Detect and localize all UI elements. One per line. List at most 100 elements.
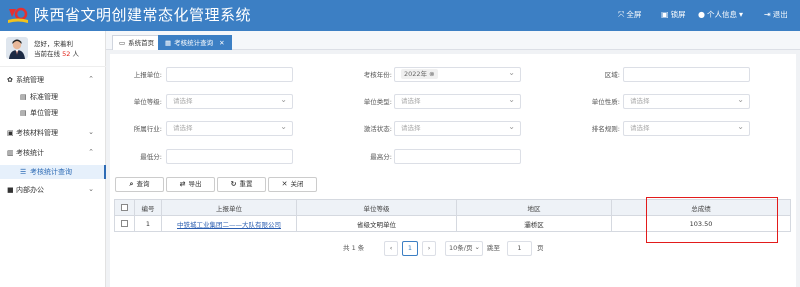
top-header: 陕西省文明创建常态化管理系统 ⤧ 全屏 ▣ 锁屏 ● 个人信息 ▾ ⇥ 退出	[0, 0, 800, 31]
unit-level-select[interactable]: 请选择	[166, 93, 293, 109]
report-unit-label: 上报单位:	[133, 71, 162, 79]
tab-home-label: 系统首页	[128, 39, 155, 47]
close-icon: ✕	[281, 180, 288, 188]
gear-icon: ✿	[7, 76, 13, 84]
sidebar-item-standards[interactable]: ▤ 标准管理	[0, 90, 106, 104]
page-size-value: 10条/页	[449, 244, 473, 252]
total-suffix: 条	[357, 244, 365, 252]
chevron-down-icon: ⌄	[88, 128, 94, 136]
unit-type-label: 单位类型:	[363, 98, 392, 106]
logout-icon: ⇥	[764, 10, 771, 19]
row-select-cell[interactable]	[114, 215, 135, 232]
row-district: 灞桥区	[456, 215, 612, 232]
menu-group-materials[interactable]: ▣ 考核材料管理 ⌄	[0, 124, 106, 142]
menu-group-office-label: 内部办公	[16, 186, 44, 194]
export-icon: ⇄	[179, 180, 186, 188]
tab-home[interactable]: ▭ 系统首页	[112, 35, 162, 50]
goto-page-input[interactable]: 1	[507, 241, 532, 256]
column-header[interactable]: 上报单位	[161, 199, 297, 216]
close-button[interactable]: ✕ 关闭	[268, 177, 317, 192]
column-header[interactable]: 地区	[456, 199, 612, 216]
lock-label: 锁屏	[670, 10, 686, 19]
status-select[interactable]: 请选择	[394, 120, 521, 136]
profile-menu-button[interactable]: ● 个人信息 ▾	[698, 9, 743, 21]
fullscreen-button[interactable]: ⤧ 全屏	[618, 9, 641, 21]
unit-type-select[interactable]: 请选择	[394, 93, 521, 109]
user-icon: ●	[698, 10, 705, 19]
page-size-select[interactable]: 10条/页 ⌄	[445, 241, 483, 256]
row-level: 省级文明单位	[296, 215, 457, 232]
menu-group-statistics[interactable]: ▥ 考核统计 ⌃	[0, 144, 106, 162]
chevron-down-icon: ⌄	[88, 185, 94, 193]
pager-total: 共 1 条	[343, 241, 364, 256]
goto-label: 跳至	[487, 244, 500, 252]
column-header[interactable]: 编号	[134, 199, 162, 216]
sidebar-item-label: 标准管理	[30, 93, 58, 101]
year-tag: 2022年 ⊗	[401, 69, 438, 79]
sidebar: 您好，宋着利 当前在线 52 人 ✿ 系统管理 ⌃ ▤ 标准管理 ▤ 单位管理 …	[0, 31, 106, 287]
export-button[interactable]: ⇄ 导出	[166, 177, 215, 192]
highlight-box	[646, 197, 778, 243]
user-panel: 您好，宋着利 当前在线 52 人	[0, 31, 106, 67]
reset-button[interactable]: ↻ 重置	[217, 177, 266, 192]
lock-icon: ▣	[661, 10, 669, 19]
search-icon: ⌕	[129, 180, 134, 188]
sidebar-item-units[interactable]: ▤ 单位管理	[0, 106, 106, 120]
district-label: 区域:	[604, 71, 620, 79]
next-page-button[interactable]: ›	[422, 241, 436, 256]
tab-bar: ▭ 系统首页 ▦ 考核统计查询 ✕	[106, 31, 800, 50]
sidebar-item-label: 单位管理	[30, 109, 58, 117]
online-status: 当前在线 52 人	[34, 50, 79, 58]
logout-label: 退出	[772, 10, 788, 19]
menu-group-system[interactable]: ✿ 系统管理 ⌃	[0, 71, 106, 89]
max-score-input[interactable]	[394, 149, 521, 164]
expand-icon: ⤧	[618, 10, 625, 19]
close-icon[interactable]: ✕	[219, 36, 224, 50]
monitor-icon: ▭	[119, 39, 126, 47]
total-count: 1	[351, 244, 356, 252]
tab-stat-query[interactable]: ▦ 考核统计查询 ✕	[158, 35, 232, 50]
select-all-checkbox[interactable]	[121, 204, 128, 211]
current-page-button[interactable]: 1	[402, 241, 418, 256]
query-button[interactable]: ⌕ 查询	[115, 177, 164, 192]
user-greeting: 您好，宋着利	[34, 40, 73, 48]
district-input[interactable]	[623, 67, 750, 82]
fullscreen-label: 全屏	[626, 10, 642, 19]
year-select[interactable]: 2022年 ⊗	[394, 66, 521, 82]
list-icon: ☰	[20, 168, 27, 176]
prev-page-button[interactable]: ‹	[384, 241, 398, 256]
chevron-up-icon: ⌃	[88, 148, 94, 156]
menu-group-statistics-label: 考核统计	[16, 149, 44, 157]
min-score-input[interactable]	[166, 149, 293, 164]
industry-label: 所属行业:	[133, 125, 162, 133]
max-score-label: 最高分:	[370, 153, 392, 161]
folder-icon: ▣	[7, 129, 14, 137]
profile-label: 个人信息	[706, 10, 737, 19]
sort-select[interactable]: 请选择	[623, 120, 750, 136]
tab-stat-query-label: 考核统计查询	[174, 39, 214, 47]
report-unit-input[interactable]	[166, 67, 293, 82]
status-label: 激活状态:	[363, 125, 392, 133]
document-icon: ▤	[20, 93, 27, 101]
industry-select[interactable]: 请选择	[166, 120, 293, 136]
column-header[interactable]: 单位等级	[296, 199, 457, 216]
chart-icon: ▥	[7, 149, 14, 157]
avatar-image	[6, 37, 28, 59]
reset-label: 重置	[239, 180, 253, 188]
row-checkbox[interactable]	[121, 220, 128, 227]
year-label: 考核年份:	[363, 71, 392, 79]
query-label: 查询	[136, 180, 150, 188]
logout-button[interactable]: ⇥ 退出	[764, 9, 788, 21]
unit-nature-select[interactable]: 请选择	[623, 93, 750, 109]
menu-group-materials-label: 考核材料管理	[16, 129, 58, 137]
tag-close-icon[interactable]: ⊗	[429, 70, 434, 78]
lock-screen-button[interactable]: ▣ 锁屏	[661, 9, 686, 21]
select-all-cell[interactable]	[114, 199, 135, 216]
avatar	[6, 37, 28, 59]
sidebar-item-stat-query[interactable]: ☰ 考核统计查询	[0, 165, 106, 179]
menu-group-office[interactable]: ■ 内部办公 ⌄	[0, 181, 106, 199]
online-prefix: 当前在线	[34, 50, 60, 58]
unit-link[interactable]: 中铁城工业集团二——大队有限公司	[177, 221, 281, 229]
goto-suffix: 页	[537, 244, 544, 252]
unit-level-label: 单位等级:	[133, 98, 162, 106]
